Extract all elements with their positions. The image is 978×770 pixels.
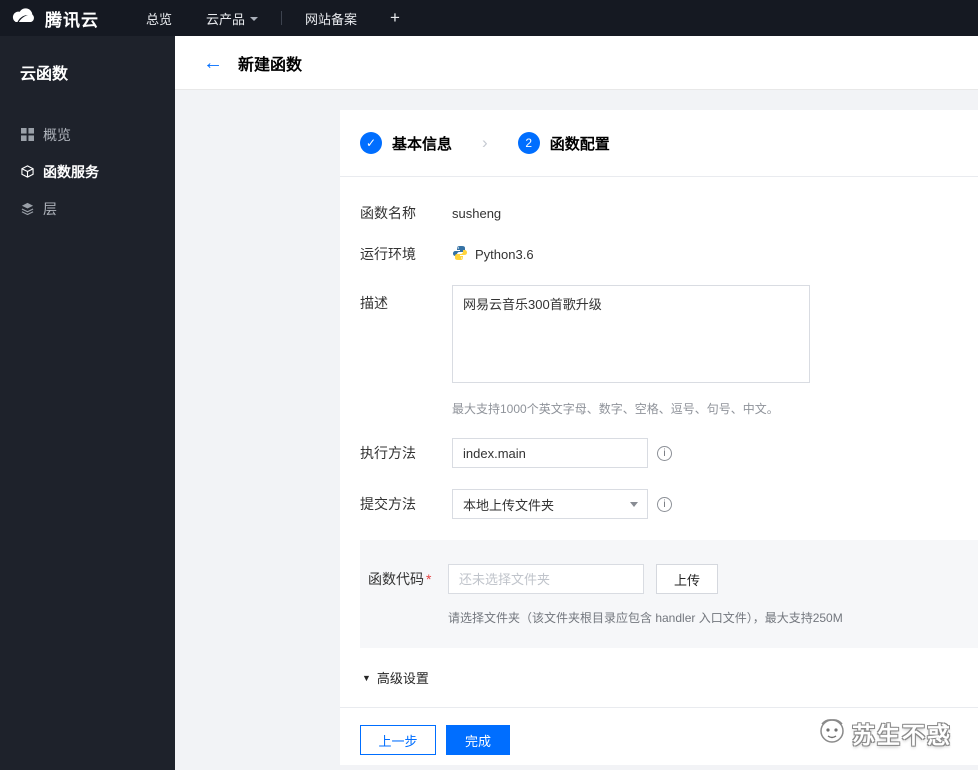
runtime-value-group: Python3.6 <box>452 245 534 264</box>
sidebar-item-label: 层 <box>43 200 57 217</box>
sidebar-item-function-service[interactable]: 函数服务 <box>0 153 175 190</box>
advanced-settings-label: 高级设置 <box>376 671 429 686</box>
description-help-text: 最大支持1000个英文字母、数字、空格、逗号、句号、中文。 <box>452 402 779 416</box>
layers-icon <box>21 202 34 215</box>
main-area: ← 新建函数 ✓ 基本信息 › 2 函数配置 函数名称 susheng 运行环境 <box>175 36 978 770</box>
code-help-text: 请选择文件夹（该文件夹根目录应包含 handler 入口文件），最大支持250M <box>448 611 843 625</box>
sidebar-item-layers[interactable]: 层 <box>0 190 175 227</box>
submit-method-select[interactable]: 本地上传文件夹 <box>452 489 648 519</box>
handler-input[interactable] <box>452 438 648 468</box>
top-nav: 总览 云产品 网站备案 + <box>129 0 416 36</box>
step2-number-badge: 2 <box>517 132 540 154</box>
step2-label: 函数配置 <box>549 135 610 153</box>
wechat-account-icon <box>817 715 847 750</box>
sidebar-title: 云函数 <box>20 66 69 83</box>
topbar: 腾讯云 总览 云产品 网站备案 + <box>0 0 978 36</box>
sidebar: 云函数 概览 函数服务 层 <box>0 36 175 770</box>
finish-button[interactable]: 完成 <box>446 725 510 755</box>
sidebar-item-overview[interactable]: 概览 <box>0 116 175 153</box>
function-name-label: 函数名称 <box>360 205 416 221</box>
info-icon[interactable]: i <box>657 445 672 461</box>
sidebar-item-label: 概览 <box>43 126 71 143</box>
brand[interactable]: 腾讯云 <box>0 6 99 31</box>
watermark: 苏生不惑 <box>817 715 952 750</box>
page-title: 新建函数 <box>238 56 303 74</box>
function-name-value: susheng <box>452 205 502 221</box>
grid-icon <box>21 128 34 141</box>
description-row: 描述 网易云音乐300首歌升级 最大支持1000个英文字母、数字、空格、逗号、句… <box>360 285 958 417</box>
back-arrow-icon[interactable]: ← <box>203 53 223 73</box>
submit-method-value: 本地上传文件夹 <box>463 497 555 513</box>
function-name-row: 函数名称 susheng <box>360 203 958 223</box>
previous-step-button[interactable]: 上一步 <box>360 725 436 755</box>
description-field-group: 网易云音乐300首歌升级 最大支持1000个英文字母、数字、空格、逗号、句号、中… <box>452 285 810 417</box>
nav-item-overview[interactable]: 总览 <box>129 0 189 36</box>
runtime-value: Python3.6 <box>475 246 534 262</box>
nav-item-website-record[interactable]: 网站备案 <box>288 0 374 36</box>
watermark-text: 苏生不惑 <box>852 721 952 748</box>
chevron-down-icon <box>250 17 259 21</box>
upload-button[interactable]: 上传 <box>656 564 718 594</box>
folder-path-input[interactable] <box>448 564 644 594</box>
step-chevron-icon: › <box>482 133 488 152</box>
sidebar-item-label: 函数服务 <box>43 163 99 180</box>
step1-check-icon: ✓ <box>360 132 382 154</box>
description-label: 描述 <box>360 295 388 311</box>
function-code-label: 函数代码 * <box>368 569 448 589</box>
code-upload-row: 函数代码* 上传 <box>368 564 958 594</box>
function-code-label-text: 函数代码 <box>368 571 424 587</box>
description-textarea[interactable]: 网易云音乐300首歌升级 <box>452 285 810 383</box>
step1-label: 基本信息 <box>392 135 453 153</box>
handler-label: 执行方法 <box>360 445 416 461</box>
info-icon[interactable]: i <box>657 496 672 512</box>
submit-method-row: 提交方法 本地上传文件夹 i <box>360 489 958 519</box>
function-config-form: 函数名称 susheng 运行环境 Python3.6 描述 网易云音乐300首… <box>340 177 978 519</box>
add-tab-button[interactable]: + <box>374 8 416 28</box>
chevron-down-icon <box>630 501 638 507</box>
function-cube-icon <box>21 165 34 178</box>
runtime-row: 运行环境 Python3.6 <box>360 244 958 264</box>
tencent-cloud-logo-icon <box>10 6 38 30</box>
nav-item-products[interactable]: 云产品 <box>189 0 275 36</box>
python-icon <box>452 245 468 264</box>
submit-method-label: 提交方法 <box>360 496 416 512</box>
caret-down-icon: ▼ <box>362 672 371 683</box>
brand-name: 腾讯云 <box>45 10 99 30</box>
required-asterisk: * <box>426 571 432 587</box>
step-indicator: ✓ 基本信息 › 2 函数配置 <box>340 110 978 176</box>
topnav-divider <box>281 11 283 25</box>
nav-item-products-label: 云产品 <box>206 11 246 27</box>
create-function-card: ✓ 基本信息 › 2 函数配置 函数名称 susheng 运行环境 Python… <box>340 110 978 765</box>
handler-row: 执行方法 i <box>360 438 958 468</box>
function-code-panel: 函数代码* 上传 请选择文件夹（该文件夹根目录应包含 handler 入口文件）… <box>360 540 978 648</box>
runtime-label: 运行环境 <box>360 246 416 262</box>
page-header: ← 新建函数 <box>175 36 978 90</box>
advanced-settings-toggle[interactable]: ▼ 高级设置 <box>340 648 978 707</box>
